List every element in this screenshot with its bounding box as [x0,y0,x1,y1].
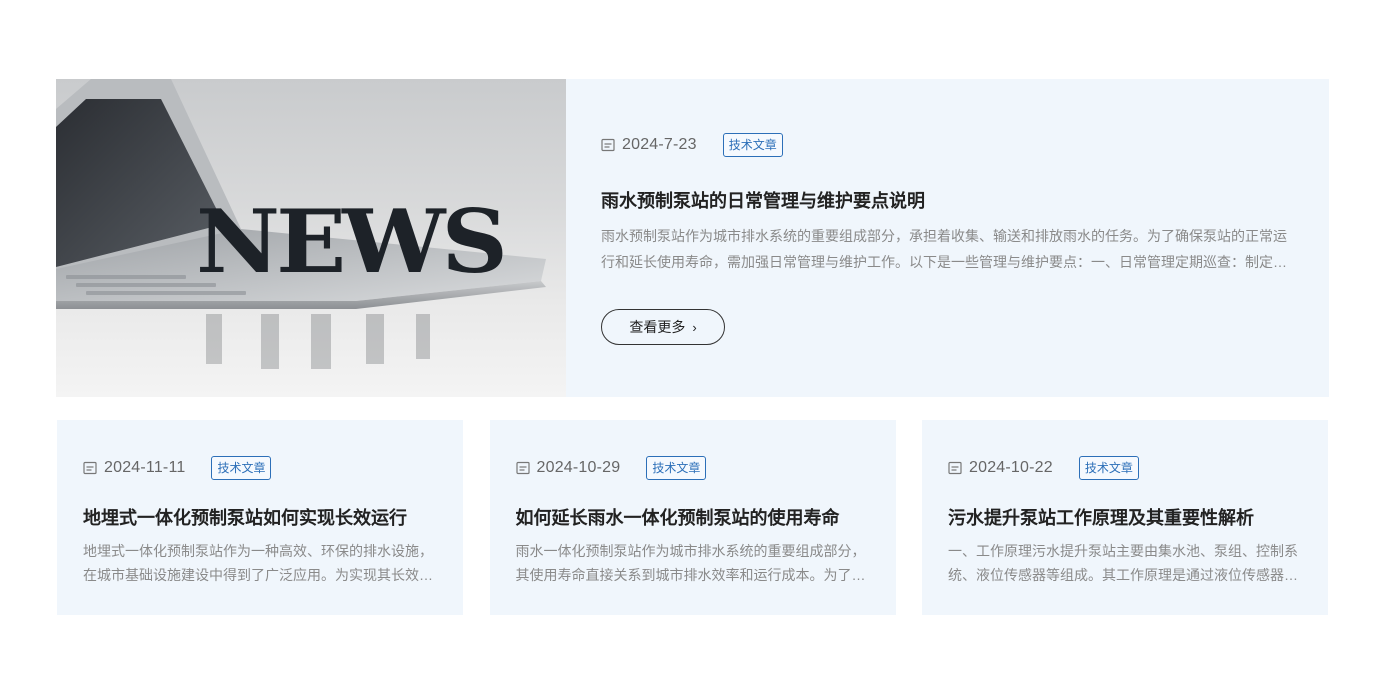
svg-text:NEWS: NEWS [196,191,504,293]
featured-tag[interactable]: 技术文章 [722,133,783,157]
view-more-button[interactable]: 查看更多 › [601,309,725,345]
card-meta: 2024-10-29 技术文章 [515,456,870,480]
article-list: 2024-11-11 技术文章 地埋式一体化预制泵站如何实现长效运行 地埋式一体… [57,420,1328,615]
card-date: 2024-10-29 [536,459,621,476]
calendar-icon [601,138,615,152]
card-description: 地埋式一体化预制泵站作为一种高效、环保的排水设施，在城市基础设施建设中得到了广泛… [83,543,433,583]
card-date: 2024-11-11 [104,459,186,476]
featured-news-image[interactable]: NEWS [56,79,566,397]
card-date: 2024-10-22 [969,459,1053,476]
chevron-right-icon: › [692,319,697,335]
featured-article[interactable]: NEWS 2024-7-23 技术文章 雨水预制泵站的日常管理与维护要点说明 雨… [56,79,1329,397]
featured-meta: 2024-7-23 技术文章 [601,133,1295,157]
card-title[interactable]: 污水提升泵站工作原理及其重要性解析 [948,504,1302,530]
news-photo: NEWS [56,79,546,369]
card-meta: 2024-10-22 技术文章 [948,456,1302,480]
featured-body: 2024-7-23 技术文章 雨水预制泵站的日常管理与维护要点说明 雨水预制泵站… [566,79,1329,397]
card-title[interactable]: 如何延长雨水一体化预制泵站的使用寿命 [516,504,870,530]
featured-description: 雨水预制泵站作为城市排水系统的重要组成部分，承担着收集、输送和排放雨水的任务。为… [601,228,1287,270]
article-card[interactable]: 2024-10-29 技术文章 如何延长雨水一体化预制泵站的使用寿命 雨水一体化… [489,420,896,615]
article-card[interactable]: 2024-11-11 技术文章 地埋式一体化预制泵站如何实现长效运行 地埋式一体… [57,420,463,615]
calendar-icon [515,461,530,475]
card-description: 一、工作原理污水提升泵站主要由集水池、泵组、控制系统、液位传感器等组成。其工作原… [948,543,1298,583]
calendar-icon [83,461,97,475]
card-description: 雨水一体化预制泵站作为城市排水系统的重要组成部分，其使用寿命直接关系到城市排水效… [515,543,866,583]
featured-date: 2024-7-23 [622,136,697,153]
calendar-icon [948,461,962,475]
card-meta: 2024-11-11 技术文章 [83,456,437,480]
featured-title[interactable]: 雨水预制泵站的日常管理与维护要点说明 [601,187,1295,213]
card-title[interactable]: 地埋式一体化预制泵站如何实现长效运行 [83,504,437,530]
card-tag[interactable]: 技术文章 [211,456,272,480]
card-tag[interactable]: 技术文章 [646,456,707,480]
card-tag[interactable]: 技术文章 [1078,456,1139,480]
view-more-label: 查看更多 [629,319,686,335]
article-card[interactable]: 2024-10-22 技术文章 污水提升泵站工作原理及其重要性解析 一、工作原理… [922,420,1328,615]
